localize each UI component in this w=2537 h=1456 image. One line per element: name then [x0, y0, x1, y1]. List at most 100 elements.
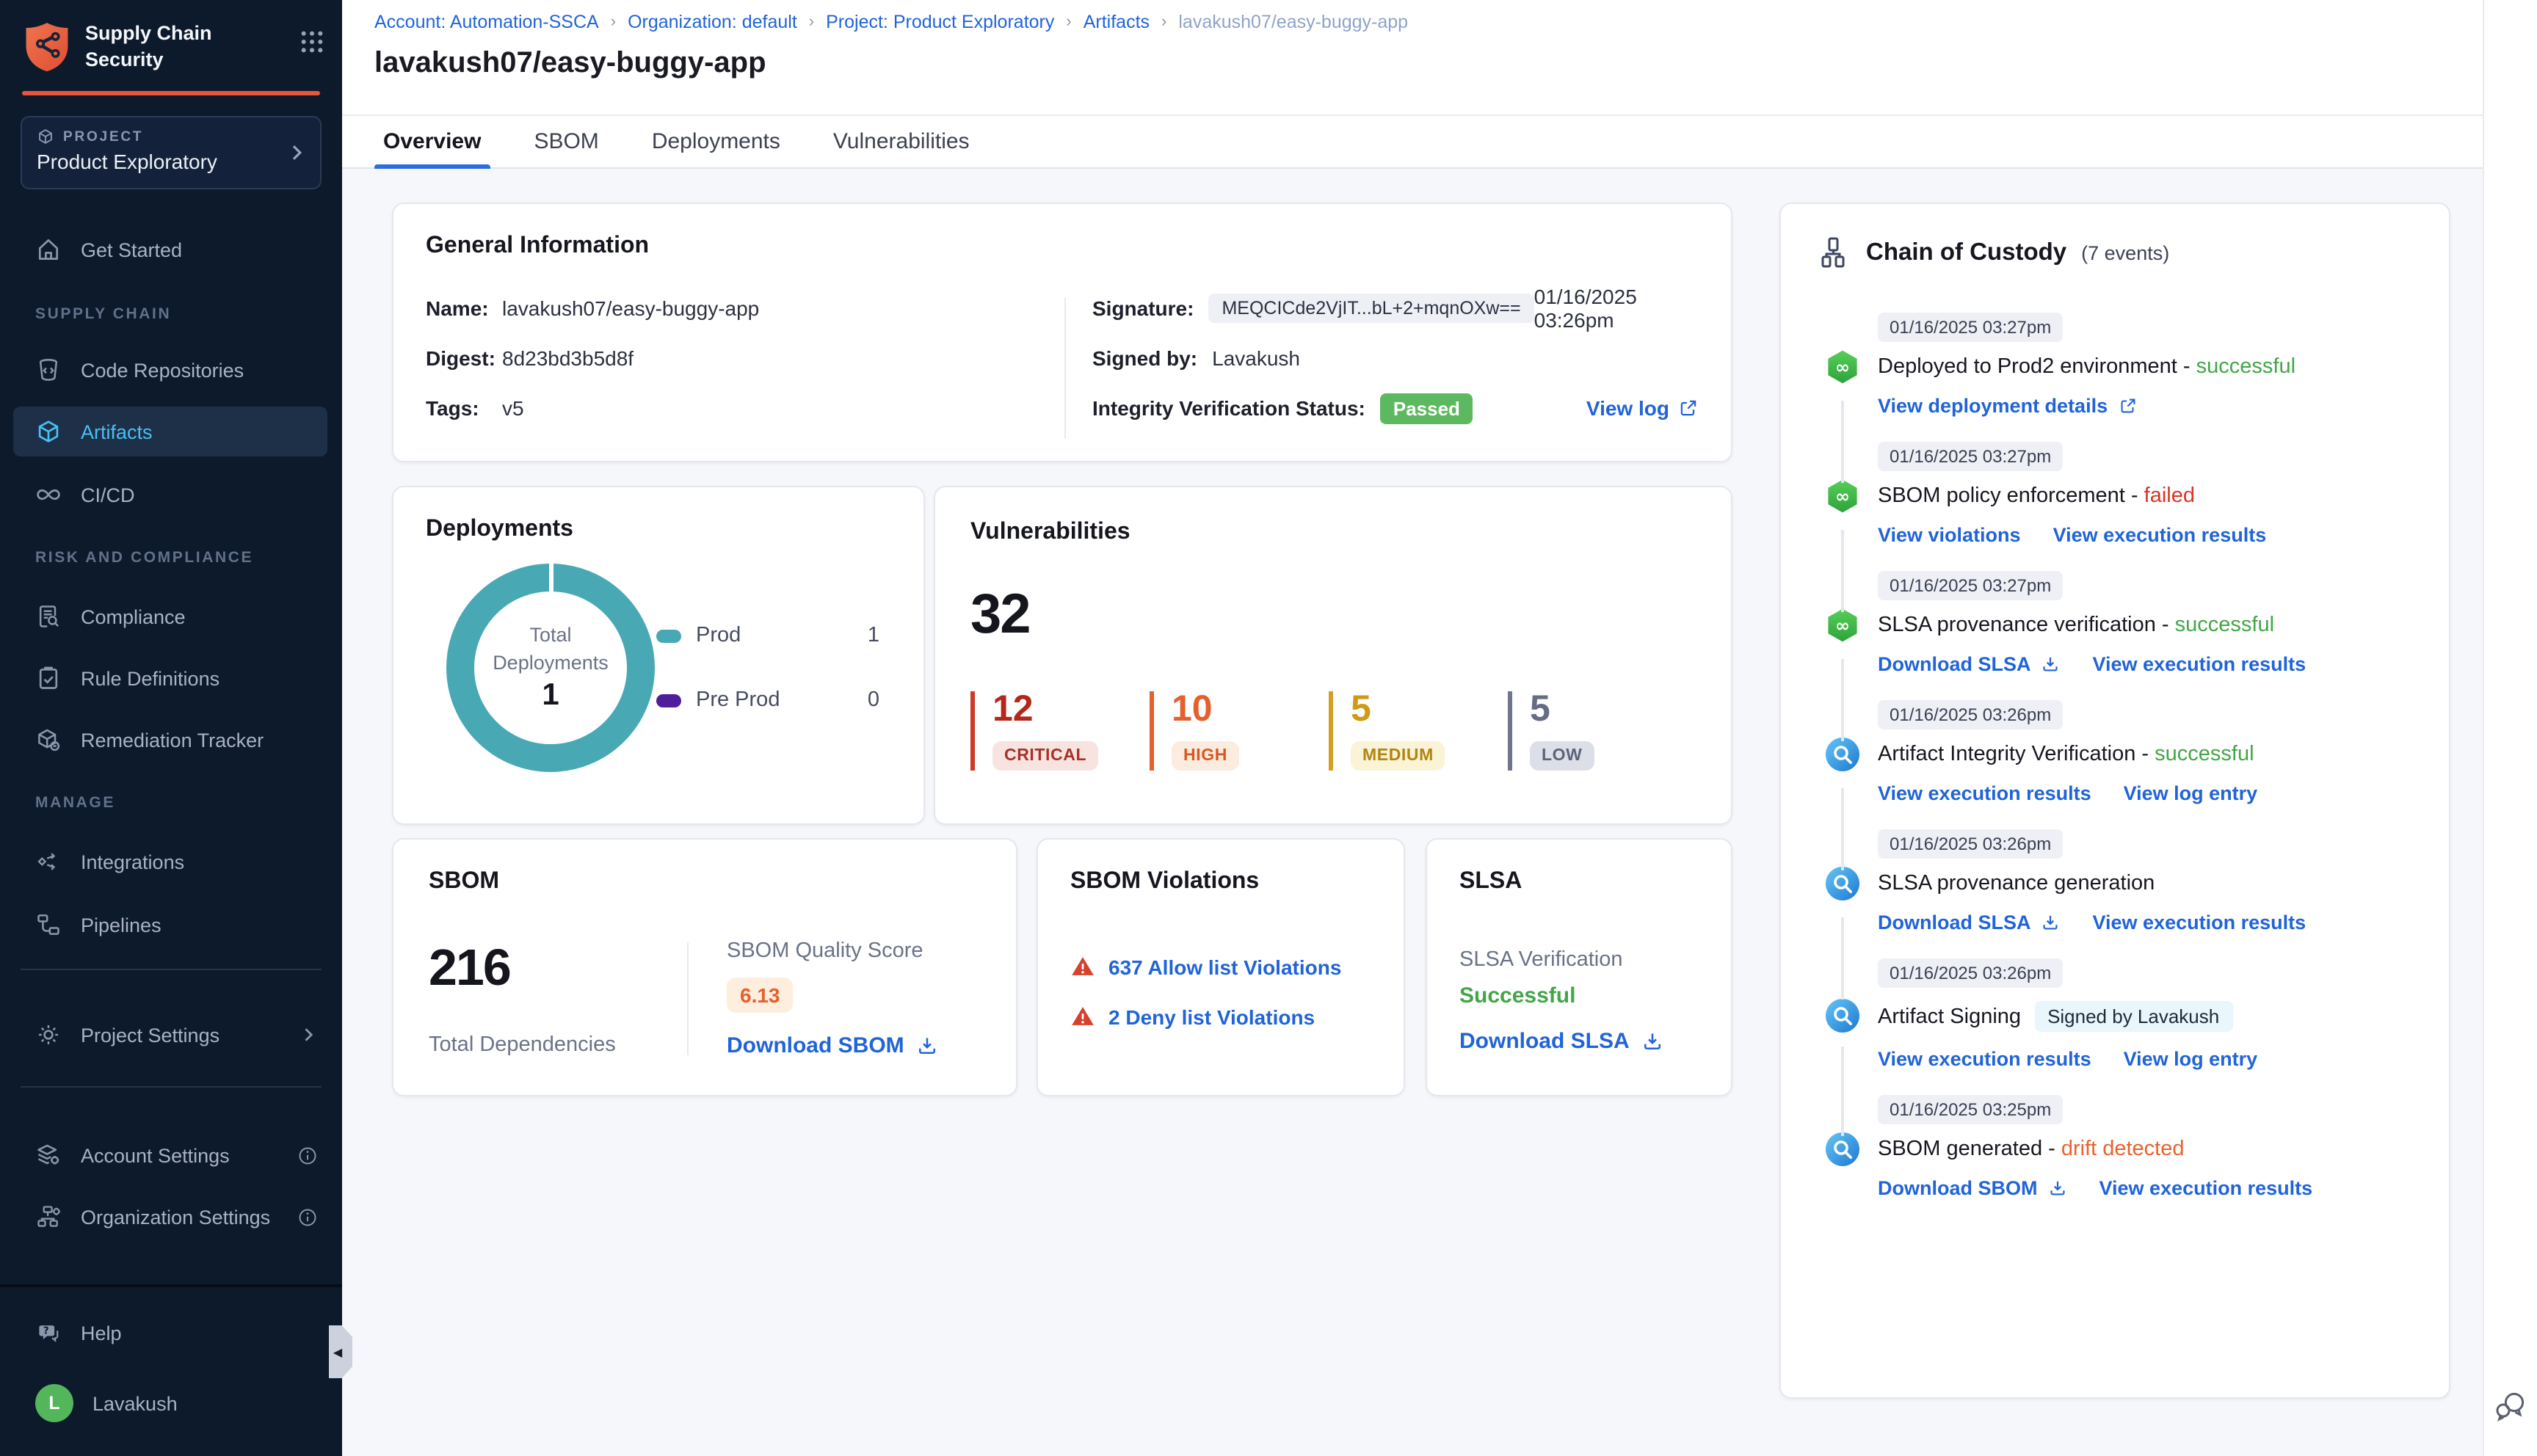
sidebar-item-code-repositories[interactable]: Code Repositories — [0, 345, 342, 395]
card-title: Vulnerabilities — [970, 520, 1130, 545]
breadcrumb-separator: › — [808, 13, 815, 31]
project-selector[interactable]: PROJECT Product Exploratory — [21, 116, 322, 189]
download-icon — [918, 1038, 935, 1055]
signature-value: MEQCICde2VjIT...bL+2+mqnOXw== — [1208, 294, 1534, 323]
view-log-entry-link[interactable]: View log entry — [2124, 782, 2258, 804]
sidebar-item-organization-settings[interactable]: Organization Settings — [0, 1192, 342, 1242]
sbom-quality-score-value: 6.13 — [727, 978, 794, 1013]
sidebar-collapse-handle[interactable]: ◀ — [329, 1325, 352, 1378]
sidebar-item-project-settings[interactable]: Project Settings — [0, 1010, 342, 1060]
breadcrumb-account[interactable]: Account: Automation-SSCA — [374, 12, 599, 32]
download-sbom-link[interactable]: Download SBOM — [1878, 1177, 2067, 1199]
severity-breakdown: 12 CRITICAL 10 HIGH 5 MEDIUM 5 LOW — [970, 691, 1696, 771]
pipelines-icon — [37, 914, 59, 935]
sidebar-user[interactable]: L Lavakush — [0, 1378, 342, 1428]
event-status: successful — [2196, 355, 2296, 379]
sidebar-item-get-started[interactable]: Get Started — [0, 225, 342, 274]
breadcrumb-separator: › — [610, 13, 617, 31]
event-title: Artifact Signing — [1878, 1005, 2022, 1028]
download-slsa-link[interactable]: Download SLSA — [1459, 1029, 1663, 1054]
tab-overview[interactable]: Overview — [374, 116, 490, 169]
breadcrumb-separator: › — [1161, 13, 1167, 31]
shield-graph-logo-icon — [26, 23, 68, 72]
prod-color-swatch — [656, 629, 681, 642]
feedback-chat-icon[interactable] — [2493, 1388, 2528, 1424]
brand-accent-bar — [22, 91, 320, 95]
event-status: successful — [2155, 743, 2254, 766]
chain-of-custody-card: Chain of Custody (7 events) 01/16/2025 0… — [1779, 203, 2450, 1399]
general-information-card: General Information Name: lavakush07/easy… — [392, 203, 1732, 462]
signed-by-value: Lavakush — [1212, 346, 1300, 370]
document-search-icon — [39, 605, 59, 627]
layers-gear-icon — [37, 1144, 59, 1165]
view-execution-results-link[interactable]: View execution results — [2053, 524, 2267, 546]
timeline-event: 01/16/2025 03:27pm ∞ SBOM policy enforce… — [1819, 439, 2411, 574]
slsa-verification-label: SLSA Verification — [1459, 948, 1623, 972]
sidebar-item-pipelines[interactable]: Pipelines — [0, 900, 342, 950]
sidebar: Supply Chain Security PROJECT Product Ex… — [0, 0, 342, 1456]
view-violations-link[interactable]: View violations — [1878, 524, 2021, 546]
org-chart-gear-icon — [37, 1206, 60, 1227]
help-chat-icon: ? — [39, 1325, 59, 1342]
pipeline-hexagon-icon: ∞ — [1828, 608, 1857, 641]
view-deployment-details-link[interactable]: View deployment details — [1878, 395, 2137, 417]
vulnerabilities-card: Vulnerabilities 32 12 CRITICAL 10 HIGH 5… — [934, 486, 1732, 825]
sidebar-item-remediation-tracker[interactable]: Remediation Tracker — [0, 715, 342, 765]
project-name: Product Exploratory — [37, 150, 217, 173]
app-grid-icon[interactable] — [300, 29, 324, 54]
view-execution-results-link[interactable]: View execution results — [1878, 782, 2091, 804]
download-slsa-link[interactable]: Download SLSA — [1878, 653, 2061, 675]
event-title: SBOM generated - drift detected — [1878, 1138, 2185, 1161]
event-status: failed — [2144, 484, 2195, 508]
user-avatar: L — [35, 1384, 73, 1422]
collapse-arrow-icon: ◀ — [333, 1345, 343, 1358]
external-link-icon — [1680, 400, 1696, 416]
sidebar-item-rule-definitions[interactable]: Rule Definitions — [0, 653, 342, 703]
breadcrumb-organization[interactable]: Organization: default — [628, 12, 797, 32]
infinity-icon — [37, 489, 60, 500]
sidebar-item-integrations[interactable]: Integrations — [0, 837, 342, 887]
tags-value: v5 — [502, 396, 524, 420]
sidebar-item-help[interactable]: ? Help — [0, 1308, 342, 1358]
name-label: Name: — [426, 296, 489, 320]
sbom-quality-score-label: SBOM Quality Score — [727, 939, 923, 963]
deployments-donut-chart: Total Deployments 1 — [446, 564, 655, 772]
sidebar-item-compliance[interactable]: Compliance — [0, 592, 342, 641]
view-execution-results-link[interactable]: View execution results — [2093, 653, 2306, 675]
download-slsa-link[interactable]: Download SLSA — [1878, 911, 2061, 933]
high-badge: HIGH — [1172, 741, 1239, 771]
tab-vulnerabilities[interactable]: Vulnerabilities — [833, 116, 970, 167]
sidebar-item-account-settings[interactable]: Account Settings — [0, 1130, 342, 1180]
total-deployments-value: 1 — [542, 678, 559, 713]
view-log-entry-link[interactable]: View log entry — [2124, 1048, 2258, 1070]
high-count: 10 — [1172, 688, 1213, 729]
view-execution-results-link[interactable]: View execution results — [2099, 1177, 2313, 1199]
legend-item-preprod: Pre Prod 0 — [656, 688, 879, 712]
sidebar-item-artifacts[interactable]: Artifacts — [0, 407, 342, 456]
integrations-icon — [37, 853, 56, 870]
deny-list-violations-link[interactable]: 2 Deny list Violations — [1070, 1004, 1371, 1029]
low-count: 5 — [1530, 688, 1550, 729]
download-icon — [2043, 657, 2058, 671]
breadcrumb-project[interactable]: Project: Product Exploratory — [826, 12, 1054, 32]
code-repository-icon — [39, 359, 58, 381]
view-log-link[interactable]: View log — [1586, 396, 1699, 420]
download-sbom-link[interactable]: Download SBOM — [727, 1033, 938, 1058]
donut-legend: Prod 1 Pre Prod 0 — [656, 624, 879, 712]
view-execution-results-link[interactable]: View execution results — [2093, 911, 2306, 933]
breadcrumb-artifacts[interactable]: Artifacts — [1084, 12, 1150, 32]
artifacts-cube-icon — [38, 421, 59, 443]
critical-count: 12 — [992, 688, 1034, 729]
view-execution-results-link[interactable]: View execution results — [1878, 1048, 2091, 1070]
tab-deployments[interactable]: Deployments — [652, 116, 780, 167]
allow-list-violations-link[interactable]: 637 Allow list Violations — [1070, 954, 1371, 979]
signed-by-label: Signed by: — [1092, 346, 1198, 370]
card-title: Deployments — [426, 517, 573, 542]
event-title: SBOM policy enforcement - failed — [1878, 484, 2195, 508]
tab-sbom[interactable]: SBOM — [534, 116, 598, 167]
sidebar-section-manage: MANAGE — [35, 794, 115, 812]
warning-triangle-icon — [1072, 1007, 1094, 1025]
sidebar-item-cicd[interactable]: CI/CD — [0, 470, 342, 520]
sidebar-footer: ? Help L Lavakush — [0, 1284, 342, 1456]
tab-bar: Overview SBOM Deployments Vulnerabilitie… — [342, 114, 2484, 169]
